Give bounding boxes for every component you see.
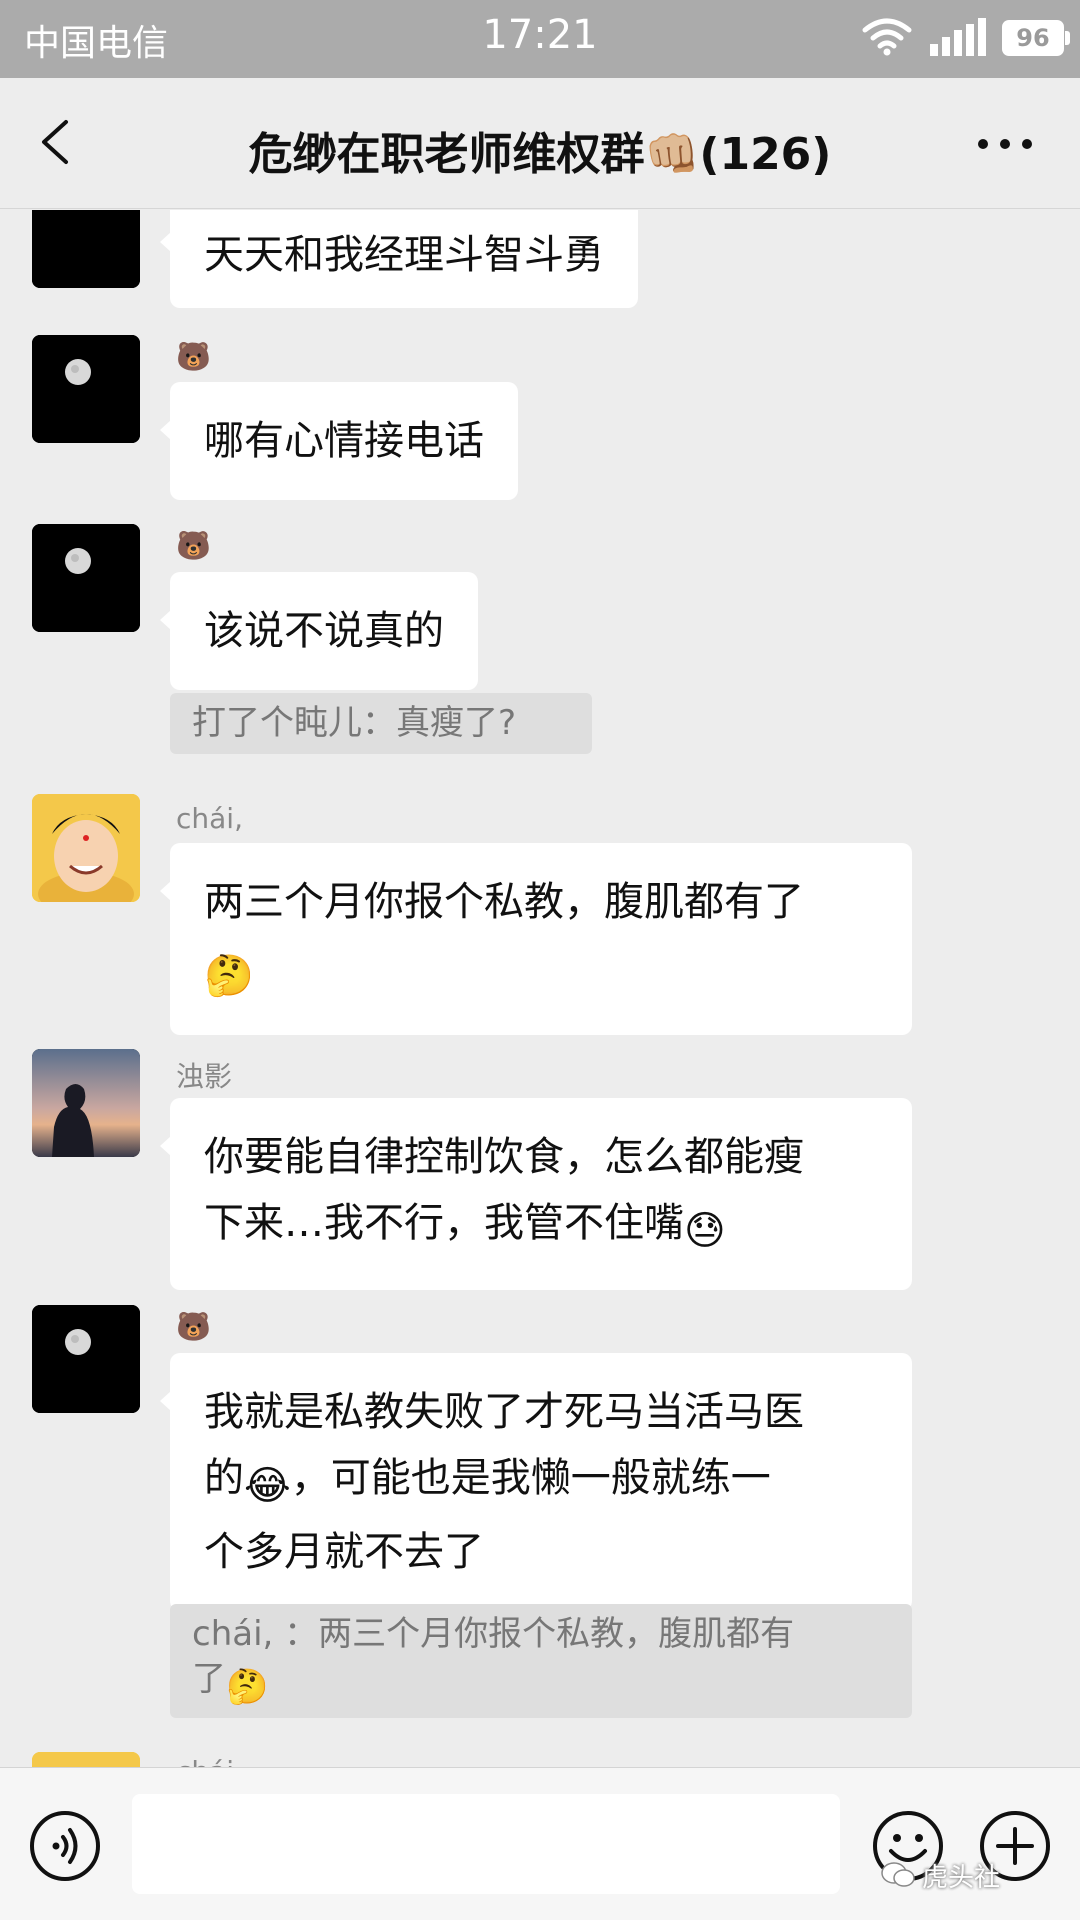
signal-icon xyxy=(930,18,986,56)
message-text: 天天和我经理斗智斗勇 xyxy=(204,232,604,278)
message-bubble[interactable]: 哪有心情接电话 xyxy=(160,382,518,500)
nav-bar: 危缈在职老师维权群👊🏼(126) xyxy=(0,78,1080,209)
avatar[interactable] xyxy=(32,794,140,902)
moon-icon xyxy=(32,1305,140,1413)
avatar[interactable] xyxy=(32,210,140,288)
watermark: 虎头社 xyxy=(922,1863,1001,1893)
message-bubble[interactable]: 我就是私教失败了才死马当活马医 的😂，可能也是我懒一般就练一 个多月就不去了 xyxy=(160,1353,912,1611)
message-bubble[interactable]: 天天和我经理斗智斗勇 xyxy=(160,210,638,308)
quoted-reply[interactable]: 打了个盹儿：真瘦了? xyxy=(170,693,592,754)
wechat-icon xyxy=(881,1862,915,1887)
message-text: 下来…我不行，我管不住嘴 xyxy=(204,1200,684,1246)
thinking-emoji: 🤔 xyxy=(204,953,254,999)
avatar[interactable] xyxy=(32,1049,140,1157)
sender-name: 🐻 xyxy=(176,340,211,373)
avatar[interactable] xyxy=(32,524,140,632)
message-text: 你要能自律控制饮食，怎么都能瘦 xyxy=(204,1134,804,1180)
message-text: 个多月就不去了 xyxy=(204,1529,484,1575)
quote-text: 了 xyxy=(192,1659,226,1699)
avatar[interactable] xyxy=(32,1752,140,1767)
sender-name: 浊影 xyxy=(176,1060,233,1093)
wifi-icon xyxy=(862,18,912,56)
quote-text: 打了个盹儿：真瘦了? xyxy=(192,703,517,743)
buddha-avatar-icon xyxy=(32,794,140,902)
quote-text: chái, ：两三个月你报个私教，腹肌都有 xyxy=(192,1614,795,1654)
sender-name: chái, xyxy=(176,1755,243,1767)
sender-name: 🐻 xyxy=(176,1310,211,1343)
message-input[interactable] xyxy=(132,1794,840,1894)
input-bar xyxy=(0,1767,1080,1920)
sender-name: chái, xyxy=(176,802,243,835)
message-text: 我就是私教失败了才死马当活马医 xyxy=(204,1389,804,1435)
avatar[interactable] xyxy=(32,335,140,443)
moon-icon xyxy=(32,210,140,288)
thinking-emoji: 🤔 xyxy=(226,1667,269,1707)
message-text: ，可能也是我懒一般就练一 xyxy=(290,1455,771,1501)
message-text: 该说不说真的 xyxy=(204,608,444,654)
battery-indicator: 96 xyxy=(1002,20,1070,56)
status-bar: 中国电信 17:21 96 xyxy=(0,0,1080,78)
moon-icon xyxy=(32,335,140,443)
message-text: 哪有心情接电话 xyxy=(204,418,484,464)
more-icon[interactable] xyxy=(975,132,1035,156)
message-bubble[interactable]: 两三个月你报个私教，腹肌都有了 🤔 xyxy=(160,843,912,1035)
message-text: 两三个月你报个私教，腹肌都有了 xyxy=(204,879,804,925)
chat-messages: 天天和我经理斗智斗勇 🐻 哪有心情接电话 🐻 该说不说真的 打了个盹儿：真瘦了? xyxy=(0,210,1080,1767)
message-bubble[interactable]: 你要能自律控制饮食，怎么都能瘦 下来…我不行，我管不住嘴😓 xyxy=(160,1098,912,1290)
moon-icon xyxy=(32,524,140,632)
voice-icon[interactable] xyxy=(28,1809,102,1883)
clock: 17:21 xyxy=(482,12,598,58)
sunset-avatar-icon xyxy=(32,1049,140,1157)
tears-of-joy-emoji: 😂 xyxy=(244,1463,291,1509)
message-text: 的 xyxy=(204,1455,244,1501)
avatar[interactable] xyxy=(32,1305,140,1413)
sweat-emoji: 😓 xyxy=(684,1208,726,1254)
buddha-avatar-icon xyxy=(32,1752,140,1767)
quoted-reply[interactable]: chái, ：两三个月你报个私教，腹肌都有 了🤔 xyxy=(170,1604,912,1718)
sender-name: 🐻 xyxy=(176,529,211,562)
chat-title: 危缈在职老师维权群👊🏼(126) xyxy=(248,129,832,180)
message-bubble[interactable]: 该说不说真的 xyxy=(160,572,478,690)
